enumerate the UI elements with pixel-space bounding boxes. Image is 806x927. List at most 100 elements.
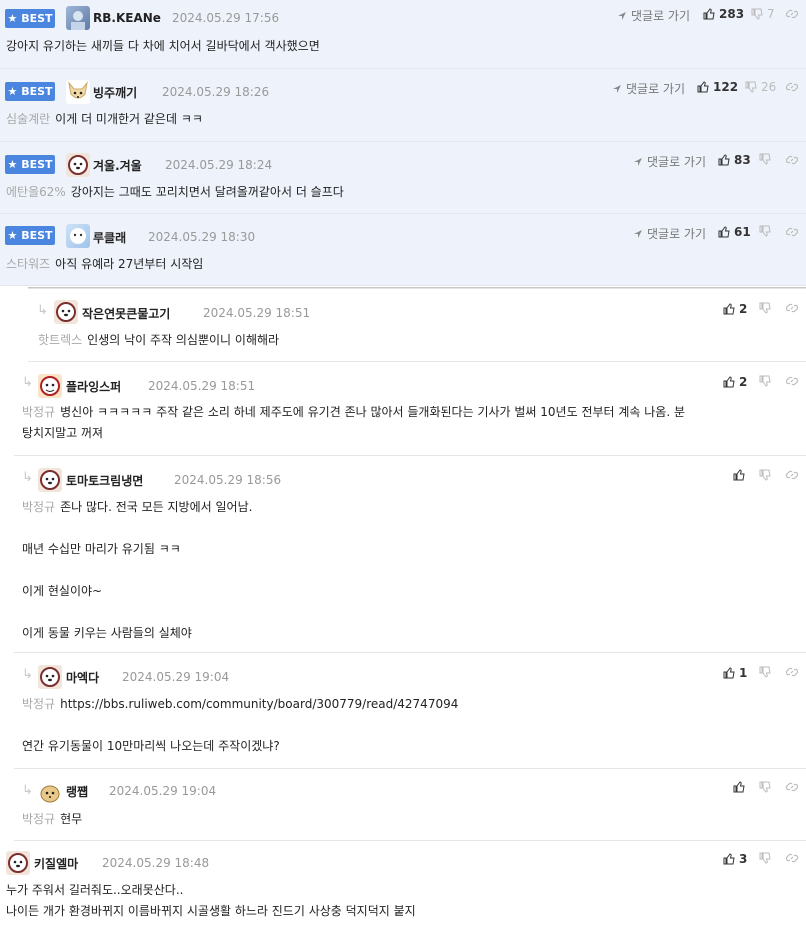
nickname[interactable]: RB.KEANe xyxy=(93,11,161,25)
best-section-divider xyxy=(28,287,806,289)
best-badge: ★ BEST xyxy=(5,155,55,174)
share-button[interactable] xyxy=(786,154,798,166)
upvote-button[interactable]: 3 xyxy=(723,852,747,866)
avatar[interactable] xyxy=(6,851,30,875)
thumbs-up-icon xyxy=(723,667,735,679)
nickname[interactable]: 키질엘마 xyxy=(34,855,78,872)
downvote-button[interactable] xyxy=(759,225,775,237)
star-icon: ★ xyxy=(7,12,18,25)
timestamp: 2024.05.29 18:51 xyxy=(203,306,311,320)
downvote-button[interactable]: 26 xyxy=(745,80,776,94)
thumbs-down-icon xyxy=(759,153,771,165)
comment-best-2: ★ BEST 빙주깨기 2024.05.29 18:26 댓글로 가기 122 … xyxy=(0,69,806,142)
avatar[interactable] xyxy=(38,374,62,398)
reply-arrow-icon: ↳ xyxy=(22,783,33,798)
thumbs-up-icon xyxy=(718,226,730,238)
user-tag: 핫트렉스 xyxy=(38,333,83,347)
thumbs-down-icon xyxy=(759,852,771,864)
upvote-button[interactable]: 2 xyxy=(723,302,747,316)
reply-arrow-icon: ↳ xyxy=(37,303,48,318)
downvote-button[interactable] xyxy=(759,153,775,165)
thumbs-down-icon xyxy=(759,302,771,314)
nickname[interactable]: 겨울.겨울 xyxy=(93,157,142,174)
upvote-button[interactable]: 2 xyxy=(723,375,747,389)
reply-arrow-icon: ↳ xyxy=(22,375,33,390)
nickname[interactable]: 랭쩁 xyxy=(66,783,88,800)
timestamp: 2024.05.29 17:56 xyxy=(172,11,280,25)
link-icon xyxy=(786,667,798,677)
star-icon: ★ xyxy=(7,158,18,171)
share-button[interactable] xyxy=(786,375,798,387)
downvote-button[interactable] xyxy=(759,666,775,678)
comment-text: 박정규 병신아 ㅋㅋㅋㅋㅋ 주작 같은 소리 하네 제주도에 유기견 존나 많아서… xyxy=(22,405,686,440)
comment-text: 스타워즈 아직 유예라 27년부터 시작임 xyxy=(6,257,204,271)
avatar[interactable] xyxy=(66,224,90,248)
upvote-button[interactable]: 61 xyxy=(718,225,751,239)
upvote-button[interactable]: 283 xyxy=(703,7,744,21)
best-label: BEST xyxy=(21,12,53,25)
upvote-button[interactable] xyxy=(733,469,749,481)
share-button[interactable] xyxy=(786,8,798,20)
avatar[interactable] xyxy=(38,781,62,805)
thumbs-down-icon xyxy=(751,8,763,20)
comment-text: 에탄올62% 강아지는 그때도 꼬리치면서 달려올꺼같아서 더 슬프다 xyxy=(6,185,344,199)
timestamp: 2024.05.29 18:48 xyxy=(102,856,210,870)
user-tag: 박정규 xyxy=(22,405,56,419)
thumbs-down-icon xyxy=(759,375,771,387)
nickname[interactable]: 플라잉스퍼 xyxy=(66,378,121,395)
upvote-button[interactable] xyxy=(733,781,749,793)
comment-text: 박정규 현무 xyxy=(22,812,83,826)
avatar[interactable] xyxy=(66,153,90,177)
comment-best-3: ★ BEST 겨울.겨울 2024.05.29 18:24 댓글로 가기 83 … xyxy=(0,142,806,214)
downvote-button[interactable] xyxy=(759,302,775,314)
share-button[interactable] xyxy=(786,781,798,793)
goto-reply-link[interactable]: 댓글로 가기 xyxy=(617,7,690,24)
downvote-button[interactable]: 7 xyxy=(751,7,775,21)
upvote-button[interactable]: 1 xyxy=(723,666,747,680)
downvote-button[interactable] xyxy=(759,781,775,793)
avatar[interactable] xyxy=(66,80,90,104)
nickname[interactable]: 루클래 xyxy=(93,229,126,246)
downvote-button[interactable] xyxy=(759,375,775,387)
thumbs-up-icon xyxy=(723,303,735,315)
upvote-button[interactable]: 83 xyxy=(718,153,751,167)
thumbs-up-icon xyxy=(723,853,735,865)
nickname[interactable]: 작은연못큰물고기 xyxy=(82,305,170,322)
send-arrow-icon xyxy=(634,157,642,166)
share-button[interactable] xyxy=(786,81,798,93)
avatar[interactable] xyxy=(38,665,62,689)
nickname[interactable]: 마엑다 xyxy=(66,669,99,686)
link-icon xyxy=(786,155,798,165)
share-button[interactable] xyxy=(786,666,798,678)
nickname[interactable]: 토마토크림냉면 xyxy=(66,472,143,489)
thumbs-up-icon xyxy=(723,376,735,388)
comment-text: 박정규 존나 많다. 전국 모든 지방에서 일어남. 매년 수십만 마리가 유기됨… xyxy=(22,500,253,640)
thumbs-up-icon xyxy=(697,81,709,93)
avatar[interactable] xyxy=(54,300,78,324)
downvote-button[interactable] xyxy=(759,469,775,481)
goto-reply-link[interactable]: 댓글로 가기 xyxy=(633,225,706,242)
link-icon xyxy=(786,782,798,792)
goto-reply-link[interactable]: 댓글로 가기 xyxy=(612,80,685,97)
user-tag: 박정규 xyxy=(22,697,56,711)
timestamp: 2024.05.29 19:04 xyxy=(109,784,217,798)
nickname[interactable]: 빙주깨기 xyxy=(93,84,137,101)
reply-comment: ↳ 토마토크림냉면 2024.05.29 18:56 박정규 존나 많다. 전국 … xyxy=(14,456,806,653)
reply-comment: ↳ 랭쩁 2024.05.29 19:04 박정규 현무 xyxy=(14,769,806,841)
avatar[interactable] xyxy=(38,468,62,492)
goto-reply-link[interactable]: 댓글로 가기 xyxy=(633,153,706,170)
timestamp: 2024.05.29 18:26 xyxy=(162,85,270,99)
share-button[interactable] xyxy=(786,852,798,864)
share-button[interactable] xyxy=(786,226,798,238)
reply-arrow-icon: ↳ xyxy=(22,470,33,485)
link-icon xyxy=(786,853,798,863)
link-icon xyxy=(786,82,798,92)
share-button[interactable] xyxy=(786,302,798,314)
star-icon: ★ xyxy=(7,85,18,98)
avatar[interactable] xyxy=(66,6,90,30)
comment: 키질엘마 2024.05.29 18:48 3 누가 주워서 길러줘도..오래못… xyxy=(0,841,806,927)
share-button[interactable] xyxy=(786,469,798,481)
comment-text: 누가 주워서 길러줘도..오래못산다.. 나이든 개가 환경바뀌지 이름바뀌지 … xyxy=(6,883,416,918)
downvote-button[interactable] xyxy=(759,852,775,864)
upvote-button[interactable]: 122 xyxy=(697,80,738,94)
